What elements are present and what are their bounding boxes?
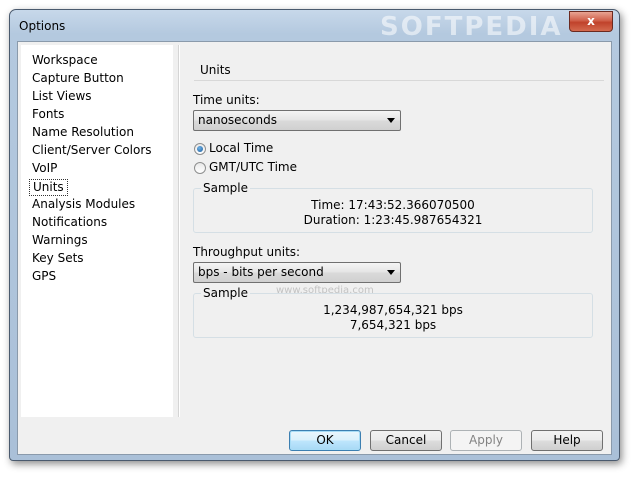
close-icon: x <box>587 14 595 28</box>
gmt-utc-time-label[interactable]: GMT/UTC Time <box>209 160 297 174</box>
time-sample-line-1: Time: 17:43:52.366070500 <box>311 198 475 212</box>
throughput-sample-group: Sample 1,234,987,654,321 bps 7,654,321 b… <box>193 286 593 338</box>
nav-item-client-server-colors[interactable]: Client/Server Colors <box>29 142 155 159</box>
nav-item-analysis-modules[interactable]: Analysis Modules <box>29 196 138 213</box>
chevron-down-icon <box>387 270 395 275</box>
time-sample-group: Sample Time: 17:43:52.366070500 Duration… <box>193 181 593 233</box>
throughput-sample-line-1: 1,234,987,654,321 bps <box>323 303 463 317</box>
cancel-button[interactable]: Cancel <box>370 430 442 451</box>
throughput-units-dropdown[interactable]: bps - bits per second <box>193 262 401 283</box>
section-separator <box>194 80 604 81</box>
title-bar[interactable]: Options SOFTPEDIA x <box>10 10 619 42</box>
window-title: Options <box>19 19 66 33</box>
close-button[interactable]: x <box>569 11 613 32</box>
nav-item-key-sets[interactable]: Key Sets <box>29 250 87 267</box>
apply-button[interactable]: Apply <box>450 430 522 451</box>
chevron-down-icon <box>387 118 395 123</box>
watermark: SOFTPEDIA <box>380 12 563 42</box>
client-area: Workspace Capture Button List Views Font… <box>17 41 612 455</box>
nav-item-units[interactable]: Units <box>29 179 68 196</box>
gmt-utc-time-radio[interactable] <box>194 162 206 174</box>
local-time-label[interactable]: Local Time <box>209 141 273 155</box>
time-sample-line-2: Duration: 1:23:45.987654321 <box>303 213 483 227</box>
throughput-units-label: Throughput units: <box>193 245 301 259</box>
nav-divider-highlight <box>179 45 180 417</box>
nav-item-gps[interactable]: GPS <box>29 268 59 285</box>
options-nav-tree[interactable]: Workspace Capture Button List Views Font… <box>21 45 173 417</box>
time-units-label: Time units: <box>193 93 260 107</box>
time-units-dropdown[interactable]: nanoseconds <box>193 110 401 131</box>
nav-item-workspace[interactable]: Workspace <box>29 52 101 69</box>
help-button[interactable]: Help <box>531 430 603 451</box>
options-window: Options SOFTPEDIA x Workspace Capture Bu… <box>9 9 620 461</box>
local-time-radio[interactable] <box>194 143 206 155</box>
nav-item-capture-button[interactable]: Capture Button <box>29 70 127 87</box>
throughput-units-value: bps - bits per second <box>198 265 324 279</box>
nav-item-fonts[interactable]: Fonts <box>29 106 67 123</box>
time-units-value: nanoseconds <box>198 113 277 127</box>
throughput-sample-line-2: 7,654,321 bps <box>349 318 437 332</box>
nav-item-list-views[interactable]: List Views <box>29 88 95 105</box>
nav-item-warnings[interactable]: Warnings <box>29 232 91 249</box>
nav-item-notifications[interactable]: Notifications <box>29 214 110 231</box>
nav-item-voip[interactable]: VoIP <box>29 160 60 177</box>
ok-button[interactable]: OK <box>289 430 361 451</box>
time-sample-title: Sample <box>201 181 250 195</box>
nav-item-name-resolution[interactable]: Name Resolution <box>29 124 137 141</box>
section-title: Units <box>200 63 231 77</box>
throughput-sample-title: Sample <box>201 286 250 300</box>
